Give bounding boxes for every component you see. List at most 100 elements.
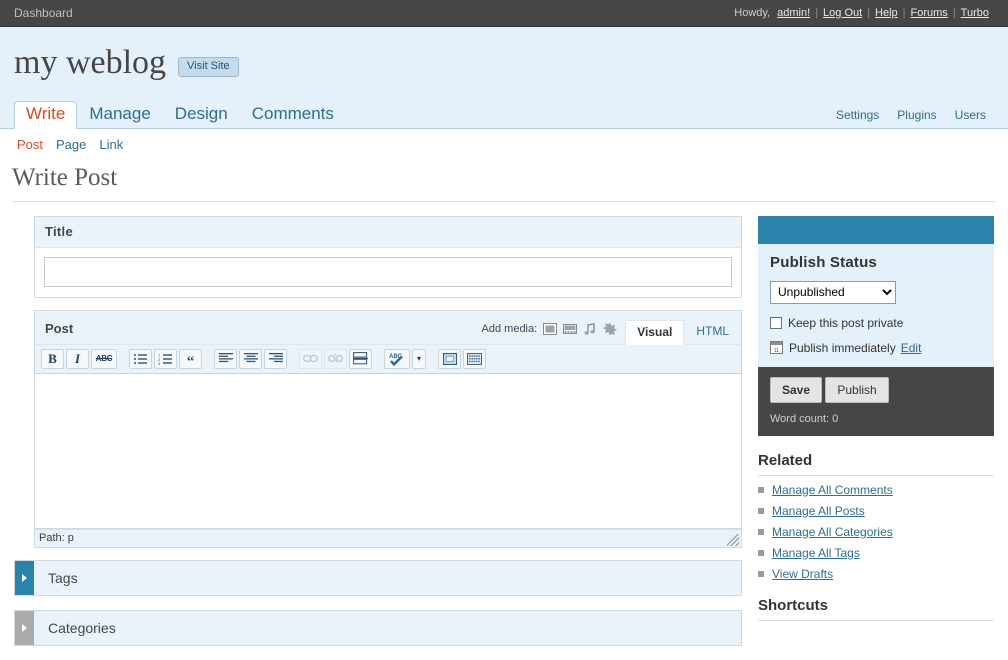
tab-design[interactable]: Design (163, 102, 240, 128)
sub-nav: Post Page Link (0, 129, 1008, 158)
topbar-right: Howdy, admin! | Log Out | Help | Forums … (734, 7, 994, 19)
tab-users[interactable]: Users (947, 108, 994, 122)
tab-settings[interactable]: Settings (828, 108, 887, 122)
list-item[interactable]: View Drafts (758, 567, 994, 581)
title-heading: Title (45, 224, 73, 239)
profile-link[interactable]: admin! (772, 7, 815, 19)
primary-nav-tabs: Write Manage Design Comments (14, 101, 346, 128)
related-divider (758, 475, 994, 476)
editor-status-bar: Path: p (35, 529, 741, 547)
manage-all-comments-link[interactable]: Manage All Comments (772, 483, 893, 497)
unlink-icon (324, 349, 347, 369)
shortcuts-heading: Shortcuts (758, 597, 994, 614)
align-center-button[interactable] (239, 349, 262, 369)
list-item[interactable]: Manage All Categories (758, 525, 994, 539)
primary-nav-right: Settings Plugins Users (828, 108, 994, 128)
view-drafts-link[interactable]: View Drafts (772, 567, 833, 581)
tab-manage[interactable]: Manage (77, 102, 162, 128)
subnav-page[interactable]: Page (56, 137, 99, 152)
tab-visual[interactable]: Visual (625, 320, 684, 345)
shortcuts-divider (758, 620, 994, 621)
manage-all-categories-link[interactable]: Manage All Categories (772, 525, 893, 539)
calendar-icon (770, 341, 783, 354)
blockquote-button[interactable]: “ (179, 349, 202, 369)
help-link[interactable]: Help (870, 7, 903, 19)
spellcheck-dropdown-icon[interactable]: ▾ (412, 349, 426, 369)
post-editor-header: Post Add media: (35, 311, 741, 344)
fullscreen-icon[interactable] (438, 349, 461, 369)
edit-schedule-link[interactable]: Edit (901, 341, 922, 355)
ordered-list-button[interactable]: 1 2 3 (154, 349, 177, 369)
tab-write[interactable]: Write (14, 101, 77, 129)
strikethrough-button[interactable]: ABC (91, 349, 117, 369)
publish-box-body: Publish Status Unpublished Published Pen… (758, 244, 994, 367)
keep-private-checkbox[interactable] (770, 317, 782, 329)
publish-box: Publish Status Unpublished Published Pen… (758, 216, 994, 436)
italic-button[interactable]: I (66, 349, 89, 369)
main-column: Title Post Add media: (14, 216, 742, 660)
editor-resize-handle[interactable] (727, 534, 739, 546)
post-heading: Post (45, 321, 73, 336)
bullet-icon (758, 571, 764, 577)
kitchen-sink-icon[interactable] (463, 349, 486, 369)
main-wrap: Title Post Add media: (0, 202, 1008, 660)
manage-all-posts-link[interactable]: Manage All Posts (772, 504, 865, 518)
insert-link-icon (299, 349, 322, 369)
toolbar-group-spellcheck: ABC ▾ (384, 349, 428, 369)
tab-plugins[interactable]: Plugins (889, 108, 944, 122)
subnav-post[interactable]: Post (14, 137, 56, 152)
page-title: Write Post (12, 164, 1008, 192)
tags-panel-toggle[interactable] (15, 561, 34, 595)
add-image-icon[interactable] (543, 322, 557, 336)
related-list: Manage All Comments Manage All Posts Man… (758, 483, 994, 581)
align-left-button[interactable] (214, 349, 237, 369)
categories-panel[interactable]: Categories (14, 610, 742, 646)
log-out-link[interactable]: Log Out (818, 7, 867, 19)
tags-panel[interactable]: Tags (14, 560, 742, 596)
turbo-link[interactable]: Turbo (956, 7, 994, 19)
howdy-label: Howdy, (734, 7, 770, 19)
primary-nav: Write Manage Design Comments Settings Pl… (0, 99, 1008, 129)
publish-schedule-row: Publish immediately Edit (770, 341, 982, 355)
tab-html[interactable]: HTML (684, 320, 741, 344)
add-media-icon[interactable] (603, 322, 617, 336)
related-heading: Related (758, 452, 994, 469)
keep-private-row[interactable]: Keep this post private (770, 316, 982, 330)
insert-more-tag-icon[interactable] (349, 349, 372, 369)
categories-panel-toggle[interactable] (15, 611, 34, 645)
editor-toolbar: B I ABC 1 2 (35, 344, 741, 374)
dashboard-link[interactable]: Dashboard (14, 6, 73, 20)
add-audio-icon[interactable] (583, 322, 597, 336)
manage-all-tags-link[interactable]: Manage All Tags (772, 546, 860, 560)
blog-title: my weblog (14, 46, 166, 80)
publish-status-select[interactable]: Unpublished Published Pending Review Dra… (770, 281, 896, 304)
visit-site-button[interactable]: Visit Site (178, 57, 239, 77)
list-item[interactable]: Manage All Tags (758, 546, 994, 560)
align-right-button[interactable] (264, 349, 287, 369)
toolbar-group-lists: 1 2 3 “ (129, 349, 204, 369)
toolbar-group-insert (299, 349, 374, 369)
masthead: my weblog Visit Site (0, 27, 1008, 99)
related-box: Related Manage All Comments Manage All P… (758, 452, 994, 581)
admin-topbar: Dashboard Howdy, admin! | Log Out | Help… (0, 0, 1008, 27)
bullet-icon (758, 550, 764, 556)
chevron-right-icon (22, 574, 27, 582)
forums-link[interactable]: Forums (906, 7, 953, 19)
post-content-editor[interactable] (35, 374, 741, 529)
sidebar: Publish Status Unpublished Published Pen… (742, 216, 994, 637)
save-button[interactable]: Save (770, 377, 822, 403)
bold-button[interactable]: B (41, 349, 64, 369)
publish-box-footer: Save Publish Word count: 0 (758, 367, 994, 436)
add-video-icon[interactable] (563, 322, 577, 336)
list-item[interactable]: Manage All Comments (758, 483, 994, 497)
tab-comments[interactable]: Comments (240, 102, 346, 128)
post-editor-postbox: Post Add media: (34, 310, 742, 548)
subnav-link[interactable]: Link (99, 137, 136, 152)
post-title-input[interactable] (44, 257, 732, 287)
publish-button[interactable]: Publish (825, 377, 888, 403)
toolbar-group-format: B I ABC (41, 349, 119, 369)
spellcheck-icon[interactable]: ABC (384, 349, 410, 369)
editor-path-label: Path: p (39, 532, 74, 544)
unordered-list-button[interactable] (129, 349, 152, 369)
list-item[interactable]: Manage All Posts (758, 504, 994, 518)
